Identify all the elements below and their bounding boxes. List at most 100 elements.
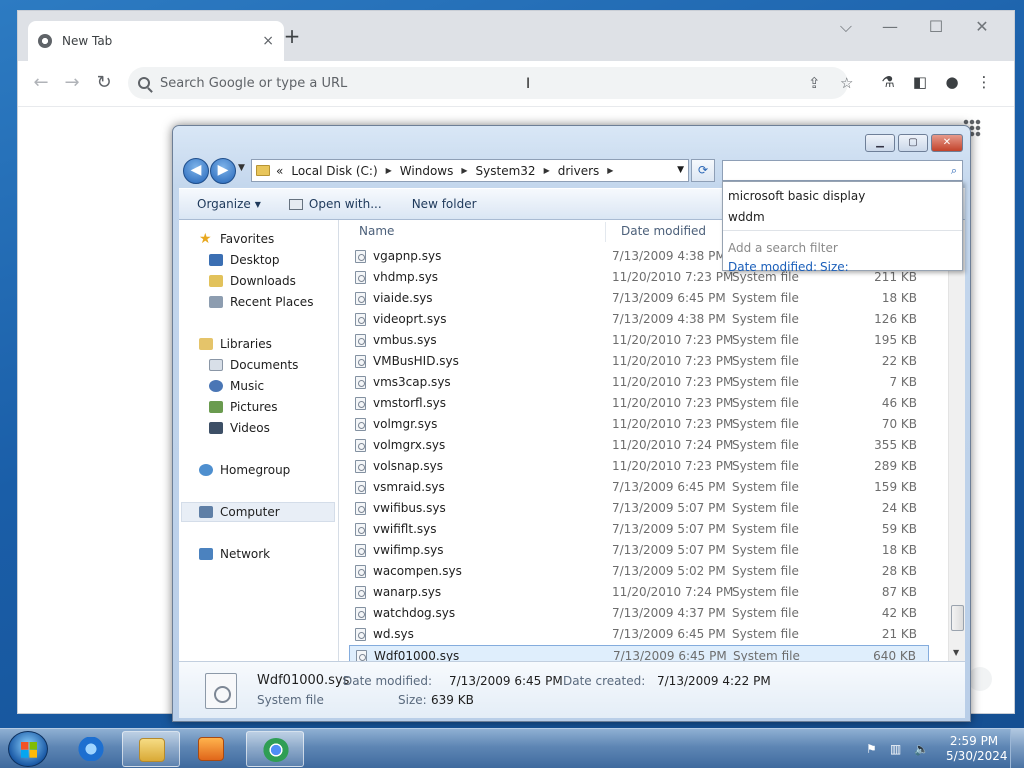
nav-item-desktop[interactable]: Desktop	[209, 253, 280, 267]
chrome-maximize-button[interactable]: ☐	[916, 17, 956, 36]
reload-button[interactable]: ↻	[92, 72, 116, 93]
file-name: viaide.sys	[373, 291, 433, 305]
file-row[interactable]: viaide.sys 7/13/2009 6:45 PM System file 18…	[349, 288, 929, 309]
file-row[interactable]: vms3cap.sys 11/20/2010 7:23 PM System file…	[349, 372, 929, 393]
omnibox[interactable]: ⇪ ☆	[128, 67, 853, 99]
column-header-name[interactable]: Name	[359, 224, 394, 244]
search-input[interactable]	[723, 161, 938, 180]
file-row[interactable]: vmstorfl.sys 11/20/2010 7:23 PM System fil…	[349, 393, 929, 414]
action-center-flag-icon[interactable]: ⚑	[866, 742, 877, 756]
filter-date-modified[interactable]: Date modified:	[728, 260, 817, 274]
breadcrumb-arrow-icon[interactable]: ▶	[607, 166, 613, 175]
file-row[interactable]: watchdog.sys 7/13/2009 4:37 PM System file…	[349, 603, 929, 624]
taskbar-windows-explorer[interactable]	[122, 731, 180, 767]
chrome-close-button[interactable]: ✕	[962, 17, 1002, 36]
column-divider[interactable]	[605, 222, 606, 242]
vertical-scrollbar[interactable]: ▼	[948, 220, 965, 661]
side-panel-icon[interactable]: ◧	[909, 73, 931, 91]
network-icon[interactable]: ▥	[890, 742, 901, 756]
file-row[interactable]: volmgr.sys 11/20/2010 7:23 PM System file 7…	[349, 414, 929, 435]
media-player-icon	[198, 737, 224, 761]
customize-chrome-icon[interactable]	[968, 667, 992, 691]
file-size: 211 KB	[874, 270, 917, 284]
nav-item-computer[interactable]: Computer	[199, 505, 280, 519]
scroll-down-arrow-icon[interactable]: ▼	[953, 648, 959, 657]
suggestion-item[interactable]: microsoft basic display	[728, 189, 865, 203]
tab-search-chevron-icon[interactable]: ⌵	[826, 17, 866, 37]
tab-close-icon[interactable]: ×	[262, 33, 274, 49]
address-bar[interactable]: « Local Disk (C:) ▶ Windows ▶ System32 ▶…	[251, 159, 689, 182]
file-size: 355 KB	[874, 438, 917, 452]
taskbar-media-player[interactable]	[182, 731, 240, 767]
system-file-icon	[355, 334, 366, 347]
file-row[interactable]: vsmraid.sys 7/13/2009 6:45 PM System file 1…	[349, 477, 929, 498]
recent-pages-chevron-icon[interactable]: ▼	[238, 163, 245, 173]
breadcrumb-system32[interactable]: System32	[476, 164, 536, 178]
start-button[interactable]	[8, 731, 48, 767]
file-row[interactable]: wd.sys 7/13/2009 6:45 PM System file 21 KB	[349, 624, 929, 645]
search-box[interactable]: ⌕	[722, 160, 963, 181]
refresh-button[interactable]: ⟳	[691, 159, 715, 182]
new-tab-button[interactable]: +	[280, 24, 304, 48]
breadcrumb-arrow-icon[interactable]: ▶	[544, 166, 550, 175]
open-with-button[interactable]: Open with...	[285, 195, 386, 213]
profile-icon[interactable]: ●	[941, 73, 963, 91]
forward-button[interactable]: →	[60, 72, 84, 93]
labs-flask-icon[interactable]: ⚗	[877, 73, 899, 91]
bookmark-star-icon[interactable]: ☆	[840, 74, 853, 92]
breadcrumb-windows[interactable]: Windows	[400, 164, 454, 178]
omnibox-input[interactable]	[160, 75, 720, 91]
taskbar-internet-explorer[interactable]	[62, 731, 120, 767]
system-file-icon	[355, 250, 366, 263]
clock[interactable]: 2:59 PM 5/30/2024	[946, 734, 1008, 764]
file-row[interactable]: wacompen.sys 7/13/2009 5:02 PM System file…	[349, 561, 929, 582]
chrome-tab-new-tab[interactable]: New Tab ×	[28, 21, 284, 61]
file-row[interactable]: volsnap.sys 11/20/2010 7:23 PM System file…	[349, 456, 929, 477]
file-row[interactable]: VMBusHID.sys 11/20/2010 7:23 PM System fil…	[349, 351, 929, 372]
menu-icon[interactable]: ⋮	[973, 73, 995, 91]
new-folder-button[interactable]: New folder	[408, 195, 481, 213]
file-row[interactable]: vwifibus.sys 7/13/2009 5:07 PM System file…	[349, 498, 929, 519]
nav-item-libraries[interactable]: Libraries	[199, 337, 272, 351]
system-file-icon	[355, 502, 366, 515]
nav-item-videos[interactable]: Videos	[209, 421, 270, 435]
breadcrumb-drivers[interactable]: drivers	[558, 164, 600, 178]
breadcrumb-overflow[interactable]: «	[276, 164, 283, 178]
organize-button[interactable]: Organize ▼	[193, 195, 265, 213]
breadcrumb-local-disk[interactable]: Local Disk (C:)	[291, 164, 377, 178]
nav-item-homegroup[interactable]: Homegroup	[199, 463, 290, 477]
nav-item-downloads[interactable]: Downloads	[209, 274, 296, 288]
breadcrumb-arrow-icon[interactable]: ▶	[386, 166, 392, 175]
filter-size[interactable]: Size:	[820, 260, 849, 274]
address-dropdown-icon[interactable]: ▼	[677, 165, 684, 175]
explorer-close-button[interactable]: ✕	[931, 134, 963, 152]
taskbar-chrome[interactable]	[246, 731, 304, 767]
nav-item-network[interactable]: Network	[199, 547, 270, 561]
nav-item-music[interactable]: Music	[209, 379, 264, 393]
share-icon[interactable]: ⇪	[808, 74, 821, 92]
scrollbar-thumb[interactable]	[951, 605, 964, 631]
file-row[interactable]: vwifimp.sys 7/13/2009 5:07 PM System file 1…	[349, 540, 929, 561]
show-desktop-button[interactable]	[1010, 729, 1024, 768]
file-row[interactable]: vmbus.sys 11/20/2010 7:23 PM System file 19…	[349, 330, 929, 351]
file-row[interactable]: vwififlt.sys 7/13/2009 5:07 PM System file…	[349, 519, 929, 540]
column-header-date-modified[interactable]: Date modified	[621, 224, 706, 244]
text-cursor-icon: Ι	[526, 76, 531, 92]
explorer-minimize-button[interactable]: ▁	[865, 134, 895, 152]
volume-muted-icon[interactable]: 🔈	[914, 742, 929, 756]
suggestion-item[interactable]: wddm	[728, 210, 765, 224]
nav-item-recent-places[interactable]: Recent Places	[209, 295, 313, 309]
file-row[interactable]: wanarp.sys 11/20/2010 7:24 PM System file 8…	[349, 582, 929, 603]
file-row[interactable]: volmgrx.sys 11/20/2010 7:24 PM System file…	[349, 435, 929, 456]
nav-item-favorites[interactable]: ★ Favorites	[199, 232, 274, 246]
nav-item-documents[interactable]: Documents	[209, 358, 298, 372]
chrome-minimize-button[interactable]: —	[870, 17, 910, 36]
breadcrumb-arrow-icon[interactable]: ▶	[461, 166, 467, 175]
explorer-maximize-button[interactable]: ▢	[898, 134, 928, 152]
nav-item-pictures[interactable]: Pictures	[209, 400, 278, 414]
file-row[interactable]: videoprt.sys 7/13/2009 4:38 PM System file…	[349, 309, 929, 330]
search-icon[interactable]: ⌕	[951, 164, 957, 178]
back-button[interactable]: ←	[29, 72, 53, 93]
back-button[interactable]: ◀	[183, 158, 209, 184]
forward-button[interactable]: ▶	[210, 158, 236, 184]
